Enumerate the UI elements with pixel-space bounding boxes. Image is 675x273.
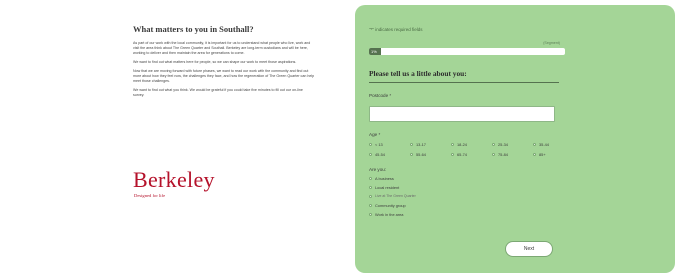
progress-bar-text: 1% <box>371 49 377 54</box>
intro-section: What matters to you in Southall? As part… <box>133 24 315 102</box>
age-label: Age * <box>369 132 381 137</box>
radio-icon <box>410 143 413 146</box>
progress-bar-fill: 1% <box>369 48 381 55</box>
age-option[interactable]: 13-17 <box>410 142 426 147</box>
intro-paragraph: As part of our work with the local commu… <box>133 41 311 55</box>
radio-icon <box>369 177 372 180</box>
radio-icon <box>533 143 536 146</box>
are-you-option[interactable]: Live at The Green Quarter <box>369 194 416 198</box>
next-button[interactable]: Next <box>505 241 553 257</box>
progress-bar: 1% <box>369 48 565 55</box>
radio-icon <box>369 143 372 146</box>
are-you-label: Are you: <box>369 167 387 172</box>
progress-label: (Segment) <box>543 41 560 45</box>
radio-icon <box>492 143 495 146</box>
required-fields-note: "*" indicates required fields <box>369 27 423 32</box>
radio-icon <box>451 153 454 156</box>
age-option[interactable]: 65-74 <box>451 152 467 157</box>
logo-wordmark: Berkeley <box>133 167 215 192</box>
age-option[interactable]: < 13 <box>369 142 383 147</box>
berkeley-logo: Berkeley Designed for life <box>133 167 243 199</box>
radio-icon <box>369 186 372 189</box>
radio-icon <box>533 153 536 156</box>
are-you-option[interactable]: Work in the area <box>369 212 403 217</box>
survey-form-panel: "*" indicates required fields (Segment) … <box>355 5 675 273</box>
radio-icon <box>369 194 372 198</box>
section-divider <box>369 82 559 83</box>
intro-heading: What matters to you in Southall? <box>133 24 254 34</box>
section-title: Please tell us a little about you: <box>369 69 467 78</box>
intro-paragraph: Now that we are moving forward with futu… <box>133 69 315 83</box>
age-option[interactable]: 35-44 <box>533 142 549 147</box>
radio-icon <box>492 153 495 156</box>
age-option[interactable]: 25-34 <box>492 142 508 147</box>
postcode-input[interactable] <box>369 106 555 122</box>
age-option[interactable]: 55-64 <box>410 152 426 157</box>
are-you-option[interactable]: Local resident <box>369 185 399 190</box>
radio-icon <box>369 213 372 216</box>
age-option[interactable]: 18-24 <box>451 142 467 147</box>
age-option[interactable]: 45-54 <box>369 152 385 157</box>
age-option[interactable]: 75-84 <box>492 152 508 157</box>
postcode-label: Postcode * <box>369 93 392 98</box>
radio-icon <box>410 153 413 156</box>
intro-paragraph: We want to find out what you think. We w… <box>133 88 303 97</box>
radio-icon <box>369 204 372 207</box>
are-you-option[interactable]: Community group <box>369 203 406 208</box>
radio-icon <box>369 153 372 156</box>
are-you-option[interactable]: A business <box>369 176 394 181</box>
intro-paragraph: We want to find out what matters here fo… <box>133 60 297 64</box>
logo-tagline: Designed for life <box>134 193 166 198</box>
age-option[interactable]: 85+ <box>533 152 546 157</box>
radio-icon <box>451 143 454 146</box>
